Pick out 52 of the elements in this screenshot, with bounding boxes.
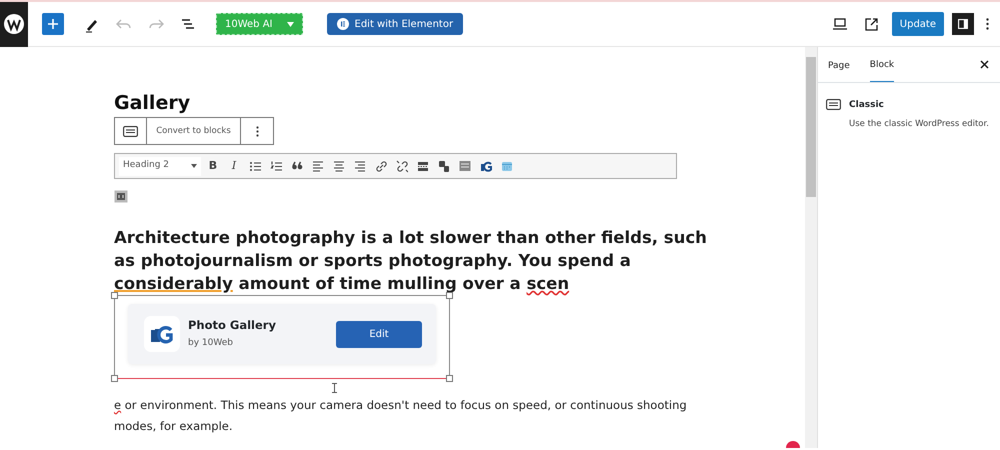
widget-subtitle: by 10Web [188,337,234,350]
heading-text: Architecture photography is a lot slower than other fields, such as photojournalism or sports photography. You spend a considerably amount of time mulling over a scen [114,227,708,295]
elementor-icon [336,18,348,30]
external-link-icon[interactable] [865,18,878,30]
caret-icon [286,22,294,26]
align-left-icon[interactable] [312,160,324,172]
keyboard-icon[interactable] [123,126,138,136]
align-right-icon[interactable] [354,160,366,172]
italic-button[interactable]: I [225,157,243,175]
wordpress-logo[interactable] [0,2,28,46]
shortcode-icon[interactable] [438,160,450,172]
calendar-icon[interactable] [501,160,513,172]
resize-handle[interactable] [111,292,118,299]
convert-button[interactable]: Convert to blocks [147,118,241,144]
edit-button[interactable]: Edit [336,320,422,348]
plus-icon[interactable] [48,19,58,29]
close-icon[interactable] [980,60,988,69]
sidebar-icon[interactable] [958,18,968,30]
block-description: Use the classic WordPress editor. [849,118,989,131]
text-cursor-icon [332,383,337,393]
post-title: Gallery [114,92,190,114]
sidebar-tab[interactable]: Page [828,48,850,81]
sidebar-tab[interactable]: Block [870,47,894,82]
format-dropdown[interactable]: Heading 2 [119,156,201,176]
settings-toggle-button[interactable] [952,13,974,35]
gallery-logo-icon[interactable] [480,160,492,172]
resize-handle[interactable] [446,375,453,382]
gallery-logo-icon [150,324,174,344]
elementor-button[interactable]: Edit with Elementor [326,13,464,35]
more-options-icon[interactable] [986,18,988,30]
more-options-icon[interactable] [256,126,258,136]
read-more-icon[interactable] [417,160,429,172]
toolbar-toggle-icon[interactable] [459,160,471,172]
paragraph-text: e or environment. This means your camera doesn't need to focus on speed, or continuous shooting modes, for example. [114,397,688,435]
bold-button[interactable]: B [204,157,222,175]
link-icon[interactable] [375,160,387,172]
laptop-icon[interactable] [832,18,847,30]
keyboard-icon [826,98,841,110]
unlink-icon[interactable] [396,160,408,172]
widget-title: Photo Gallery [188,317,276,334]
numbered-list-icon[interactable] [270,160,282,172]
scrollbar[interactable] [805,47,817,448]
caret-icon [191,164,197,168]
align-center-icon[interactable] [333,160,345,172]
embed-icon [114,190,128,204]
add-block-button[interactable] [42,13,64,35]
resize-handle[interactable] [111,375,118,382]
bullet-list-icon[interactable] [249,160,261,172]
resize-handle[interactable] [446,292,453,299]
notification-badge [786,441,800,448]
update-button[interactable]: Update [892,12,944,36]
block-title: Classic [849,98,885,112]
